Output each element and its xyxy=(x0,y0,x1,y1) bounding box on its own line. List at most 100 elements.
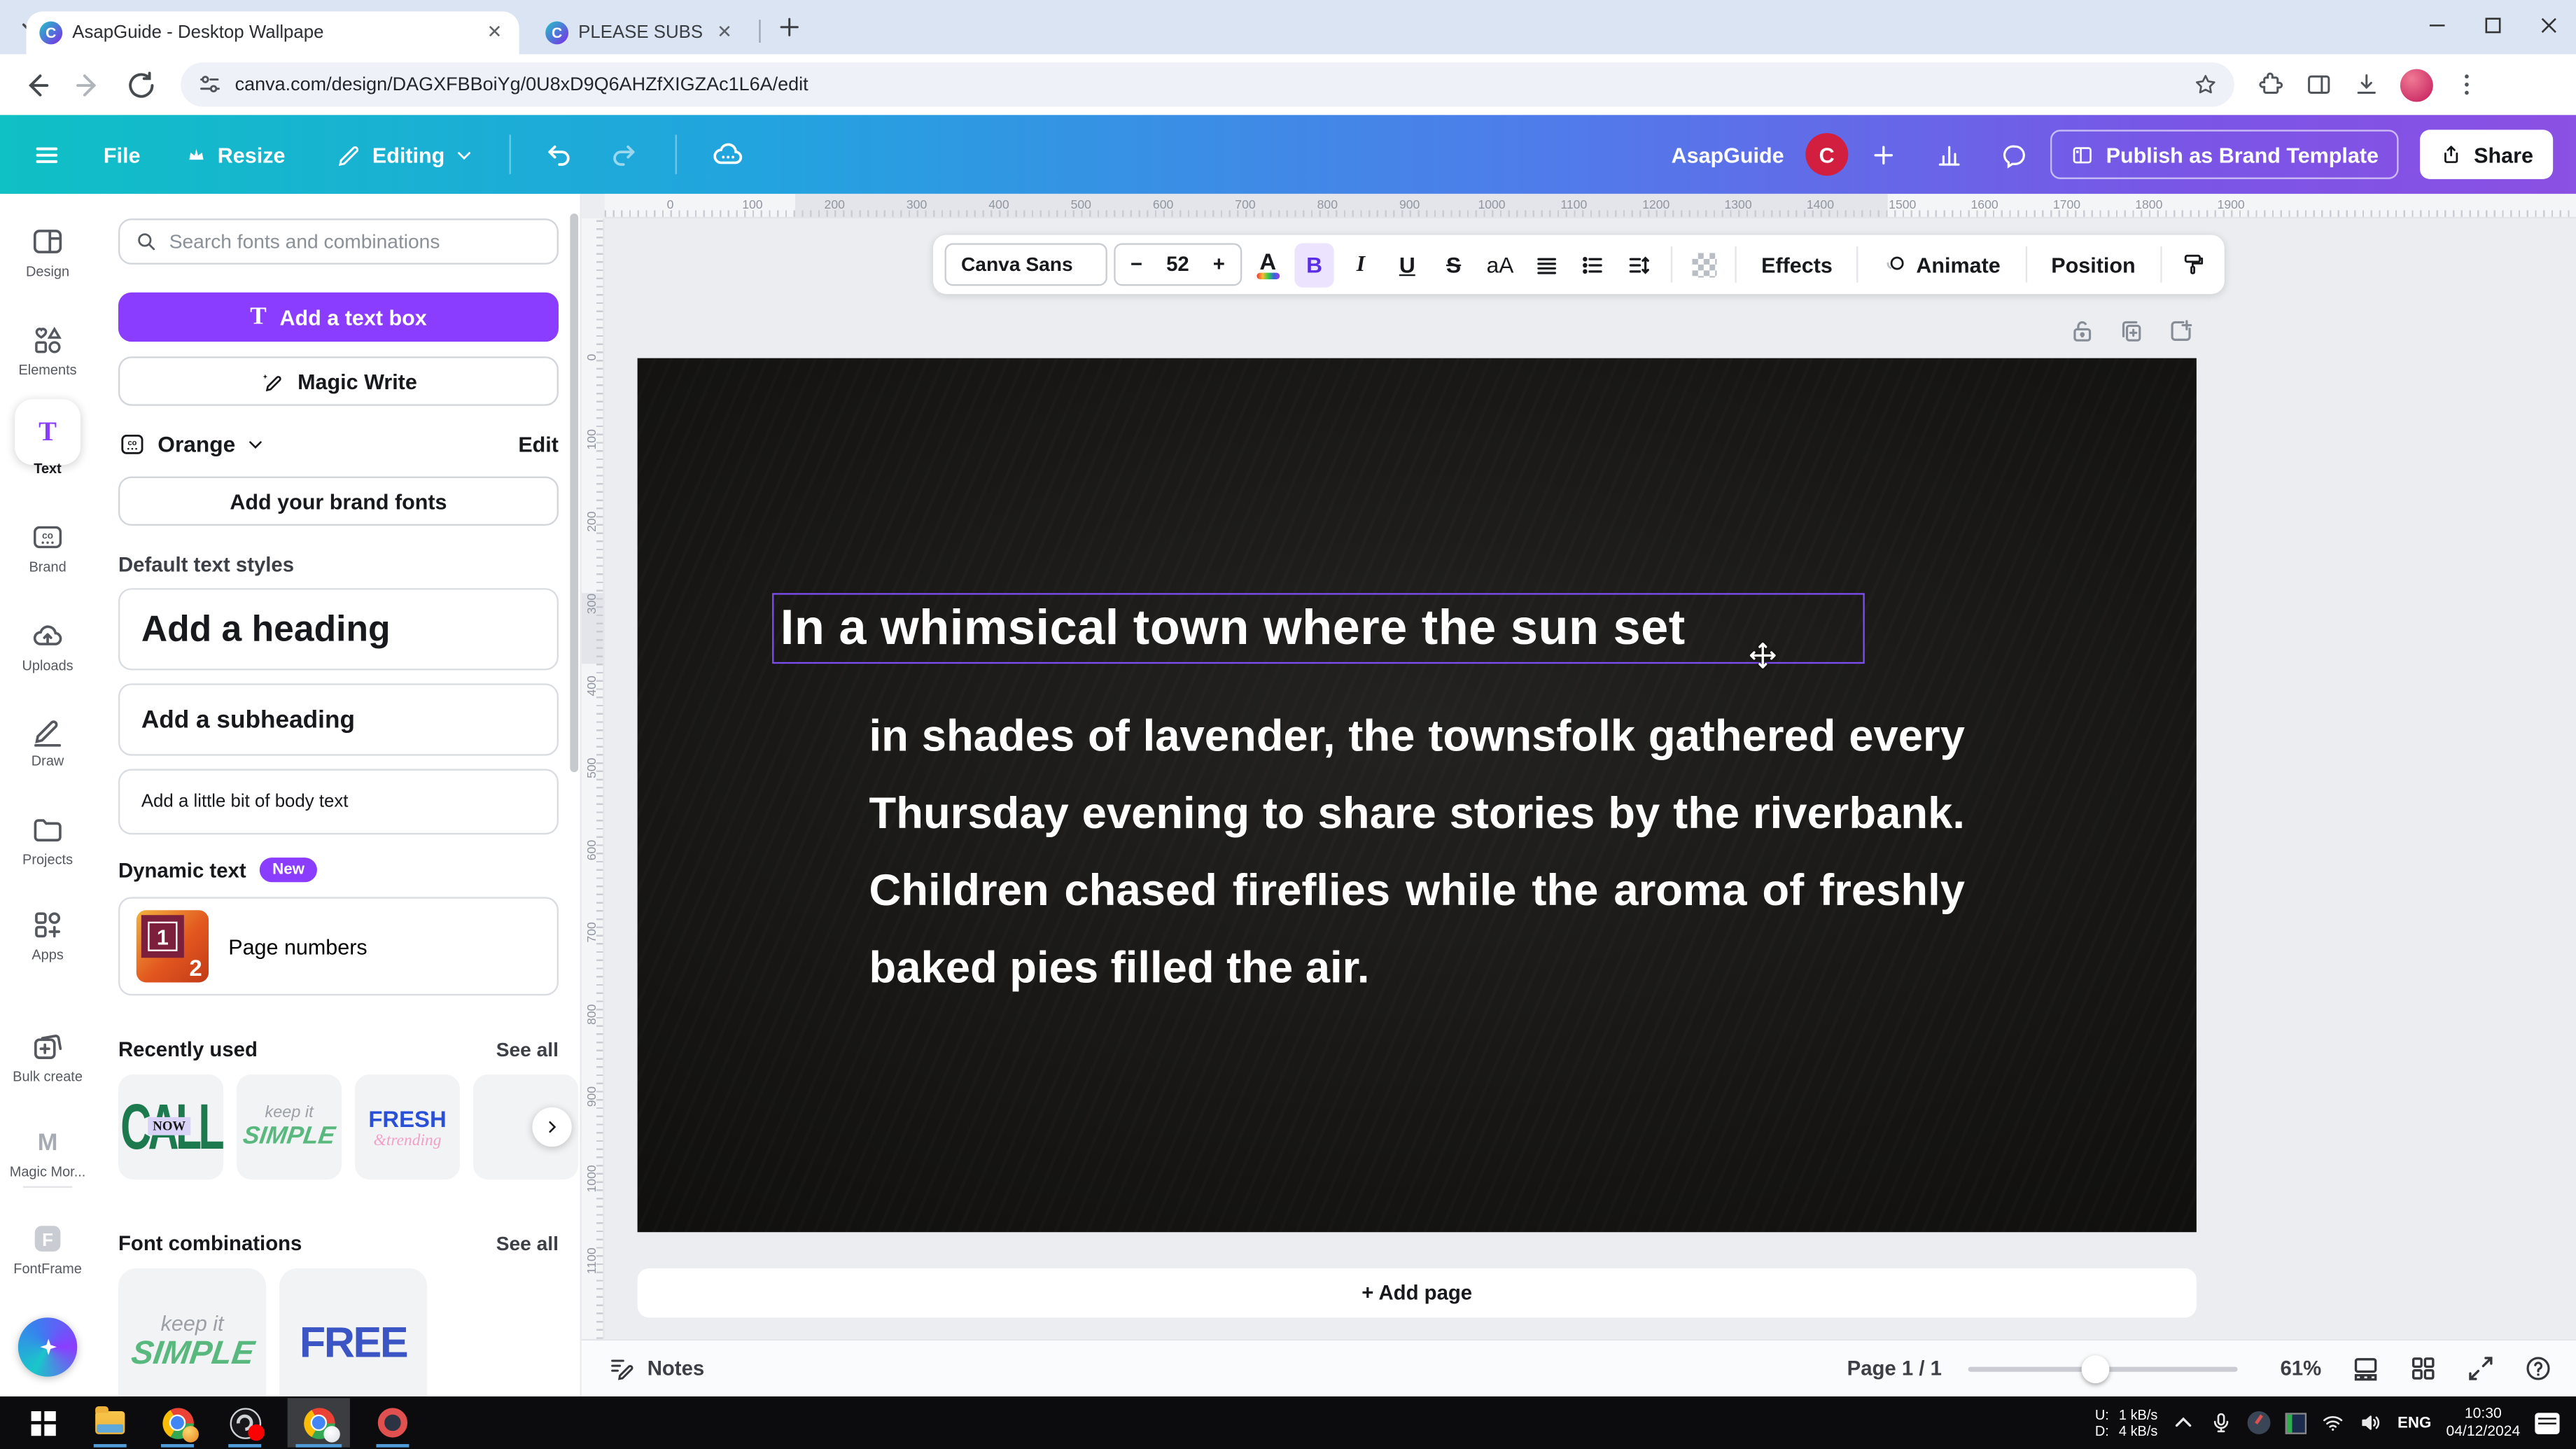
sidebar-item-fontframe[interactable]: FFontFrame xyxy=(0,1221,95,1296)
decrease-size-button[interactable]: − xyxy=(1130,253,1142,276)
style-thumbnail-simple[interactable]: keep itSIMPLE xyxy=(237,1074,342,1180)
list-button[interactable] xyxy=(1573,242,1613,286)
magic-assistant-button[interactable] xyxy=(18,1317,77,1376)
sidebar-item-draw[interactable]: Draw xyxy=(0,713,95,789)
file-explorer-button[interactable] xyxy=(85,1398,134,1447)
notification-center-icon[interactable] xyxy=(2535,1412,2559,1434)
add-body-text-card[interactable]: Add a little bit of body text xyxy=(118,769,559,834)
reload-icon[interactable] xyxy=(125,68,158,101)
close-button[interactable] xyxy=(2520,0,2576,49)
sidebar-item-brand[interactable]: coBrand xyxy=(0,519,95,595)
resize-menu[interactable]: Resize xyxy=(186,142,285,167)
chrome-profile2-button[interactable] xyxy=(288,1398,350,1447)
italic-button[interactable]: I xyxy=(1340,242,1380,286)
strikethrough-button[interactable]: S xyxy=(1434,242,1474,286)
brand-kit-selector[interactable]: co Orange Edit xyxy=(118,426,559,462)
increase-size-button[interactable]: + xyxy=(1213,253,1225,276)
add-brand-fonts-button[interactable]: Add your brand fonts xyxy=(118,477,559,526)
team-avatar[interactable]: C xyxy=(1805,133,1848,176)
sidebar-item-elements[interactable]: Elements xyxy=(0,322,95,398)
download-icon[interactable] xyxy=(2353,71,2381,99)
chrome-profile1-button[interactable] xyxy=(153,1398,202,1447)
bold-button[interactable]: B xyxy=(1294,242,1334,286)
zoom-level[interactable]: 61% xyxy=(2280,1357,2321,1380)
bookmark-star-icon[interactable] xyxy=(2193,72,2218,97)
browser-tab-inactive[interactable]: C PLEASE SUBSCRIBE TO THIS CH ✕ xyxy=(532,11,749,54)
browser-menu-icon[interactable] xyxy=(2453,71,2481,99)
site-settings-icon[interactable] xyxy=(197,72,222,97)
sidebar-item-bulk-create[interactable]: Bulk create xyxy=(0,1028,95,1104)
maximize-button[interactable] xyxy=(2464,0,2520,49)
pages-view-icon[interactable] xyxy=(2351,1354,2380,1383)
line-spacing-button[interactable] xyxy=(1619,242,1659,286)
add-page-icon[interactable] xyxy=(2167,317,2195,345)
help-icon[interactable] xyxy=(2524,1354,2553,1383)
obs-button[interactable] xyxy=(220,1398,269,1447)
sidebar-item-projects[interactable]: Projects xyxy=(0,811,95,887)
style-thumbnail-call[interactable]: CALLNOW xyxy=(118,1074,223,1180)
style-thumbnail-simple[interactable]: keep itSIMPLE xyxy=(118,1268,266,1396)
transparency-button[interactable] xyxy=(1684,242,1723,286)
recorder-app-button[interactable] xyxy=(368,1398,417,1447)
fullscreen-icon[interactable] xyxy=(2466,1354,2496,1383)
add-heading-card[interactable]: Add a heading xyxy=(118,588,559,670)
forward-icon[interactable] xyxy=(72,68,105,101)
tray-app-icon[interactable] xyxy=(2286,1412,2307,1434)
volume-icon[interactable] xyxy=(2360,1411,2383,1434)
comments-icon[interactable] xyxy=(2001,141,2029,169)
editing-mode-menu[interactable]: Editing xyxy=(335,141,472,169)
zoom-slider[interactable] xyxy=(1968,1366,2238,1371)
language-indicator[interactable]: ENG xyxy=(2398,1414,2431,1432)
file-menu[interactable]: File xyxy=(104,142,141,167)
animate-button[interactable]: Animate xyxy=(1870,252,2014,276)
tray-expand-icon[interactable] xyxy=(2172,1411,2195,1434)
see-all-link[interactable]: See all xyxy=(496,1038,559,1061)
search-input[interactable] xyxy=(169,230,542,253)
browser-profile-avatar[interactable] xyxy=(2400,68,2433,101)
add-text-box-button[interactable]: T Add a text box xyxy=(118,293,559,342)
canvas-body-text[interactable]: in shades of lavender, the townsfolk gat… xyxy=(869,698,1965,1007)
main-menu-button[interactable] xyxy=(33,141,61,169)
undo-icon[interactable] xyxy=(543,139,575,170)
alignment-button[interactable] xyxy=(1527,242,1567,286)
duplicate-page-icon[interactable] xyxy=(2118,317,2146,345)
page-numbers-card[interactable]: 1 2 Page numbers xyxy=(118,897,559,995)
panel-scrollbar[interactable] xyxy=(570,214,578,772)
extensions-icon[interactable] xyxy=(2258,71,2286,99)
tab-close-icon[interactable]: ✕ xyxy=(713,22,736,45)
speed-gauge-icon[interactable] xyxy=(2248,1411,2271,1434)
effects-button[interactable]: Effects xyxy=(1748,252,1845,276)
sidebar-item-design[interactable]: Design xyxy=(0,223,95,299)
wifi-icon[interactable] xyxy=(2322,1411,2345,1434)
add-subheading-card[interactable]: Add a subheading xyxy=(118,683,559,755)
address-bar[interactable]: canva.com/design/DAGXFBBoiYg/0U8xD9Q6AHZ… xyxy=(181,62,2234,106)
magic-write-button[interactable]: Magic Write xyxy=(118,356,559,405)
clock[interactable]: 10:30 04/12/2024 xyxy=(2446,1405,2520,1441)
style-thumbnail-free[interactable]: FREE xyxy=(279,1268,427,1396)
design-page[interactable]: In a whimsical town where the sun set in… xyxy=(638,358,2197,1233)
insights-chart-icon[interactable] xyxy=(1935,141,1963,169)
sidebar-item-uploads[interactable]: Uploads xyxy=(0,617,95,693)
text-case-button[interactable]: aA xyxy=(1480,242,1520,286)
scroll-right-button[interactable] xyxy=(532,1107,571,1147)
redo-icon[interactable] xyxy=(608,139,639,170)
new-tab-button[interactable] xyxy=(776,13,804,41)
sidebar-item-magic-morph[interactable]: MMagic Mor... xyxy=(0,1124,95,1199)
zoom-slider-thumb[interactable] xyxy=(2081,1354,2109,1382)
publish-brand-template-button[interactable]: Publish as Brand Template xyxy=(2050,130,2398,178)
copy-style-button[interactable] xyxy=(2173,242,2213,286)
selected-text-box[interactable]: In a whimsical town where the sun set xyxy=(772,593,1865,664)
brand-edit-link[interactable]: Edit xyxy=(518,431,559,456)
start-button[interactable] xyxy=(18,1398,67,1447)
tab-close-icon[interactable]: ✕ xyxy=(483,22,506,45)
position-button[interactable]: Position xyxy=(2038,252,2149,276)
font-family-select[interactable]: Canva Sans xyxy=(944,243,1107,286)
back-icon[interactable] xyxy=(20,68,52,101)
microphone-icon[interactable] xyxy=(2210,1411,2233,1434)
style-thumbnail-fresh[interactable]: FRESH&trending xyxy=(355,1074,460,1180)
sidebar-item-apps[interactable]: Apps xyxy=(0,907,95,983)
grid-view-icon[interactable] xyxy=(2409,1354,2438,1383)
see-all-link[interactable]: See all xyxy=(496,1232,559,1255)
font-search-box[interactable] xyxy=(118,218,559,265)
side-panel-icon[interactable] xyxy=(2305,71,2333,99)
